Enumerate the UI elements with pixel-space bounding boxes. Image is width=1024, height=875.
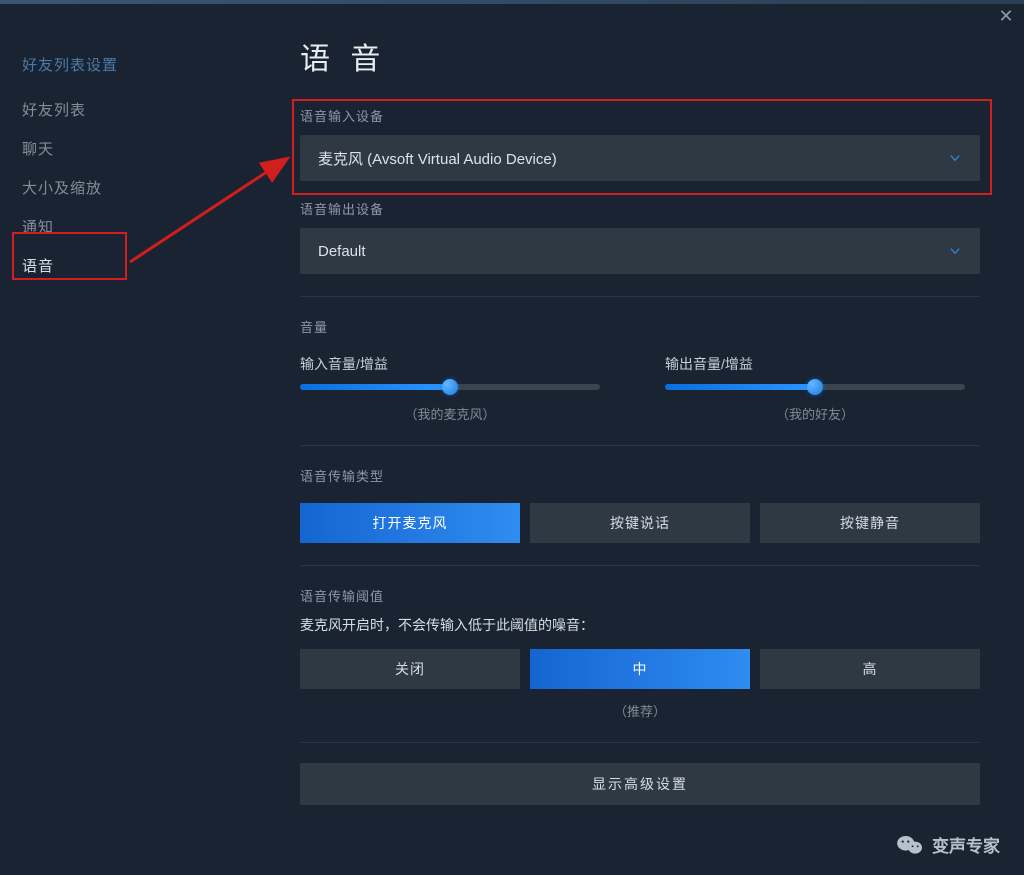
slider-handle[interactable] xyxy=(807,379,823,395)
output-device-label: 语音输出设备 xyxy=(300,199,984,218)
volume-section-label: 音量 xyxy=(300,317,984,336)
input-volume-control: 输入音量/增益 （我的麦克风） xyxy=(300,354,615,423)
slider-handle[interactable] xyxy=(442,379,458,395)
divider xyxy=(300,296,980,297)
transmit-type-label: 语音传输类型 xyxy=(300,466,984,485)
threshold-high-button[interactable]: 高 xyxy=(760,649,980,689)
threshold-off-button[interactable]: 关闭 xyxy=(300,649,520,689)
transmit-push-to-mute-button[interactable]: 按键静音 xyxy=(760,503,980,543)
watermark-text: 变声专家 xyxy=(932,832,1000,857)
page-title: 语 音 xyxy=(300,34,984,78)
input-device-dropdown[interactable]: 麦克风 (Avsoft Virtual Audio Device) xyxy=(300,135,980,181)
transmit-push-to-talk-button[interactable]: 按键说话 xyxy=(530,503,750,543)
sidebar-item-notifications[interactable]: 通知 xyxy=(22,216,180,237)
threshold-desc: 麦克风开启时，不会传输入低于此阈值的噪音： xyxy=(300,615,984,635)
divider xyxy=(300,742,980,743)
output-volume-control: 输出音量/增益 （我的好友） xyxy=(665,354,980,423)
input-volume-sub: （我的麦克风） xyxy=(300,404,600,423)
slider-fill xyxy=(300,384,450,390)
sidebar-heading: 好友列表设置 xyxy=(22,54,180,75)
sidebar-item-friends-list[interactable]: 好友列表 xyxy=(22,99,180,120)
output-volume-sub: （我的好友） xyxy=(665,404,965,423)
threshold-medium-button[interactable]: 中 xyxy=(530,649,750,689)
input-device-value: 麦克风 (Avsoft Virtual Audio Device) xyxy=(318,148,557,169)
sidebar: 好友列表设置 好友列表 聊天 大小及缩放 通知 语音 xyxy=(0,4,180,875)
output-volume-slider[interactable] xyxy=(665,384,965,390)
slider-fill xyxy=(665,384,815,390)
divider xyxy=(300,565,980,566)
sidebar-item-chat[interactable]: 聊天 xyxy=(22,138,180,159)
input-volume-slider[interactable] xyxy=(300,384,600,390)
transmit-open-mic-button[interactable]: 打开麦克风 xyxy=(300,503,520,543)
sidebar-item-size-zoom[interactable]: 大小及缩放 xyxy=(22,177,180,198)
output-device-dropdown[interactable]: Default xyxy=(300,228,980,274)
chevron-down-icon xyxy=(948,151,962,165)
sidebar-item-voice[interactable]: 语音 xyxy=(22,255,180,276)
watermark: 变声专家 xyxy=(896,832,1000,857)
output-volume-label: 输出音量/增益 xyxy=(665,354,980,374)
input-device-label: 语音输入设备 xyxy=(300,106,984,125)
output-device-value: Default xyxy=(318,243,366,260)
wechat-icon xyxy=(896,833,924,857)
show-advanced-button[interactable]: 显示高级设置 xyxy=(300,763,980,805)
threshold-label: 语音传输阈值 xyxy=(300,586,984,605)
chevron-down-icon xyxy=(948,244,962,258)
main-panel: 语 音 语音输入设备 麦克风 (Avsoft Virtual Audio Dev… xyxy=(180,4,1024,875)
threshold-recommended: （推荐） xyxy=(300,701,980,720)
divider xyxy=(300,445,980,446)
input-volume-label: 输入音量/增益 xyxy=(300,354,615,374)
